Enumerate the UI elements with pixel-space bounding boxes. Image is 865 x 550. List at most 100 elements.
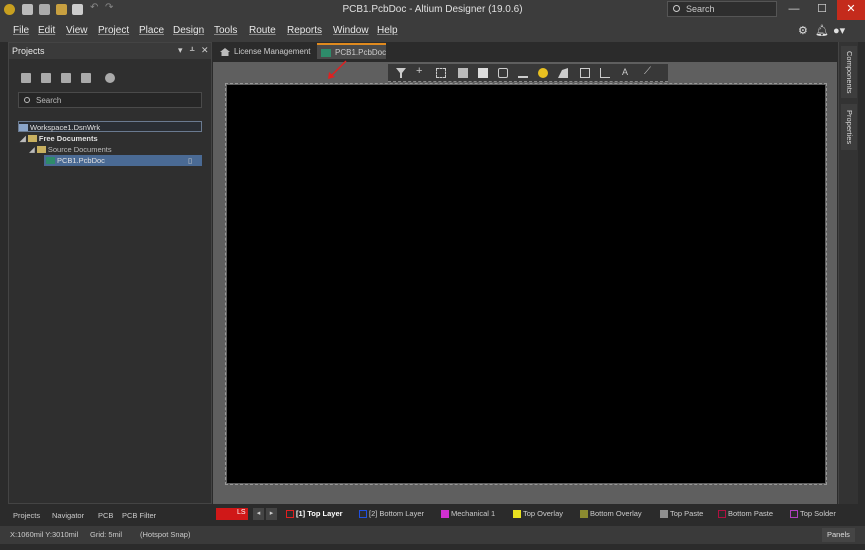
menu-design[interactable]: Design bbox=[173, 25, 204, 36]
layer-color-swatch bbox=[660, 510, 668, 518]
pcb-file-icon bbox=[46, 157, 55, 164]
tab-properties[interactable]: Properties bbox=[841, 104, 857, 150]
layer-color-swatch bbox=[580, 510, 588, 518]
panel-menu-dropdown-icon[interactable]: ▾ bbox=[178, 45, 183, 56]
layer-tab-label: Mechanical 1 bbox=[451, 509, 496, 518]
layer-tab-label: [1] Top Layer bbox=[296, 509, 343, 518]
menu-bar: File Edit View Project Place Design Tool… bbox=[0, 20, 865, 42]
grid-size: Grid: 5mil bbox=[90, 530, 123, 539]
bottom-tab-projects[interactable]: Projects bbox=[13, 511, 40, 520]
layer-tab-top-layer[interactable]: [1] Top Layer bbox=[285, 508, 343, 520]
expand-arrow-icon[interactable]: ◢ bbox=[29, 145, 37, 154]
workspace-icon[interactable] bbox=[21, 73, 31, 83]
tab-pcb-document[interactable]: PCB1.PcbDoc bbox=[317, 43, 386, 59]
document-status-icon: ▯ bbox=[188, 156, 193, 165]
layer-tab-bottom-overlay[interactable]: Bottom Overlay bbox=[579, 508, 642, 520]
interactive-route-icon[interactable] bbox=[518, 68, 528, 78]
tree-item-source-documents-label: Source Documents bbox=[47, 145, 112, 154]
menu-route[interactable]: Route bbox=[249, 25, 276, 36]
layer-tab-top-solder[interactable]: Top Solder bbox=[789, 508, 836, 520]
menu-window[interactable]: Window bbox=[333, 25, 369, 36]
settings-gear-icon[interactable]: ⚙ bbox=[798, 24, 808, 37]
layer-set-indicator[interactable]: LS bbox=[216, 508, 248, 520]
menu-project[interactable]: Project bbox=[98, 25, 129, 36]
snap-mode: (Hotspot Snap) bbox=[140, 530, 191, 539]
tab-pcb-document-label: PCB1.PcbDoc bbox=[335, 48, 387, 57]
title-bar: ↶ ↷ PCB1.PcbDoc - Altium Designer (19.0.… bbox=[0, 0, 865, 20]
user-account-icon[interactable]: ●▾ bbox=[833, 24, 845, 37]
menu-reports[interactable]: Reports bbox=[287, 25, 322, 36]
move-icon[interactable] bbox=[458, 68, 468, 78]
folder-icon bbox=[27, 135, 37, 142]
line-icon[interactable]: ⟋ bbox=[644, 66, 654, 77]
bottom-tab-pcb[interactable]: PCB bbox=[98, 511, 113, 520]
projects-search-input[interactable]: Search bbox=[18, 92, 202, 108]
tab-license-management[interactable]: License Management bbox=[216, 44, 316, 60]
projects-panel-header: Projects ▾ ᚆ ✕ bbox=[9, 43, 211, 59]
menu-file[interactable]: File bbox=[13, 25, 29, 36]
panel-close-icon[interactable]: ✕ bbox=[201, 45, 209, 56]
layer-tab-bottom-paste[interactable]: Bottom Paste bbox=[717, 508, 773, 520]
menu-tools[interactable]: Tools bbox=[214, 25, 237, 36]
tree-item-pcb-doc-label: PCB1.PcbDoc bbox=[57, 156, 105, 165]
layer-tab-mechanical-1[interactable]: Mechanical 1 bbox=[440, 508, 495, 520]
menu-edit[interactable]: Edit bbox=[38, 25, 55, 36]
layer-tab-label: Bottom Overlay bbox=[590, 509, 642, 518]
align-icon[interactable] bbox=[478, 68, 488, 78]
menu-help[interactable]: Help bbox=[377, 25, 398, 36]
tag-icon[interactable] bbox=[81, 73, 91, 83]
layer-tab-label: Top Solder bbox=[800, 509, 836, 518]
bottom-tab-pcb-filter[interactable]: PCB Filter bbox=[122, 511, 156, 520]
documents-icon[interactable] bbox=[41, 73, 51, 83]
tab-license-management-label: License Management bbox=[234, 47, 311, 56]
global-search-input[interactable]: Search bbox=[667, 1, 777, 17]
minimize-button[interactable]: — bbox=[780, 0, 808, 20]
text-string-icon[interactable]: A bbox=[622, 67, 632, 77]
notifications-bell-icon[interactable]: 🔔︎ bbox=[815, 24, 829, 37]
tab-components[interactable]: Components bbox=[841, 46, 857, 98]
tree-item-workspace[interactable]: Workspace1.DsnWrk bbox=[18, 121, 202, 132]
layer-color-swatch bbox=[359, 510, 367, 518]
search-icon bbox=[24, 97, 30, 103]
menu-view[interactable]: View bbox=[66, 25, 88, 36]
folder-icon bbox=[36, 146, 46, 153]
layer-tab-top-overlay[interactable]: Top Overlay bbox=[512, 508, 563, 520]
close-button[interactable]: ✕ bbox=[837, 0, 865, 20]
dimension-icon[interactable] bbox=[600, 68, 610, 78]
select-rectangle-icon[interactable] bbox=[436, 68, 446, 78]
layer-tab-bottom-layer[interactable]: [2] Bottom Layer bbox=[358, 508, 424, 520]
pad-icon[interactable] bbox=[538, 68, 548, 78]
projects-search-placeholder: Search bbox=[36, 96, 62, 105]
layer-set-label: LS bbox=[237, 509, 246, 516]
expand-arrow-icon[interactable]: ◢ bbox=[20, 134, 28, 143]
gear-icon[interactable] bbox=[105, 73, 115, 83]
layer-next-button[interactable]: ▸ bbox=[266, 508, 277, 520]
layer-color-swatch bbox=[441, 510, 449, 518]
tree-item-source-documents[interactable]: ◢ Source Documents bbox=[29, 144, 112, 155]
layer-tab-top-paste[interactable]: Top Paste bbox=[659, 508, 703, 520]
polygon-icon[interactable] bbox=[558, 68, 568, 78]
filter-icon[interactable] bbox=[396, 68, 406, 78]
layer-tab-label: Top Paste bbox=[670, 509, 704, 518]
status-bar: X:1060mil Y:3010mil Grid: 5mil (Hotspot … bbox=[0, 526, 865, 544]
tree-item-pcb-doc[interactable]: PCB1.PcbDoc ▯ bbox=[44, 155, 202, 166]
menu-place[interactable]: Place bbox=[139, 25, 164, 36]
tree-item-free-documents[interactable]: ◢ Free Documents bbox=[20, 133, 98, 144]
pcb-board-canvas[interactable] bbox=[225, 83, 827, 485]
layer-tab-label: [2] Bottom Layer bbox=[369, 509, 425, 518]
home-icon bbox=[220, 48, 230, 56]
region-icon[interactable] bbox=[580, 68, 590, 78]
cursor-coordinates: X:1060mil Y:3010mil bbox=[10, 530, 79, 539]
bottom-tab-navigator[interactable]: Navigator bbox=[52, 511, 84, 520]
panel-pin-icon[interactable]: ᚆ bbox=[190, 45, 194, 56]
layer-prev-button[interactable]: ◂ bbox=[253, 508, 264, 520]
route-icon[interactable] bbox=[498, 68, 508, 78]
right-panel-strip: Components Properties bbox=[838, 42, 858, 504]
tree-item-free-documents-label: Free Documents bbox=[38, 134, 98, 143]
global-search-placeholder: Search bbox=[686, 4, 715, 14]
folder-icon[interactable] bbox=[61, 73, 71, 83]
tree-item-workspace-label: Workspace1.DsnWrk bbox=[30, 123, 101, 132]
panels-button[interactable]: Panels bbox=[822, 528, 855, 542]
crosshair-icon[interactable]: + bbox=[416, 65, 426, 77]
maximize-button[interactable]: ☐ bbox=[808, 0, 836, 20]
